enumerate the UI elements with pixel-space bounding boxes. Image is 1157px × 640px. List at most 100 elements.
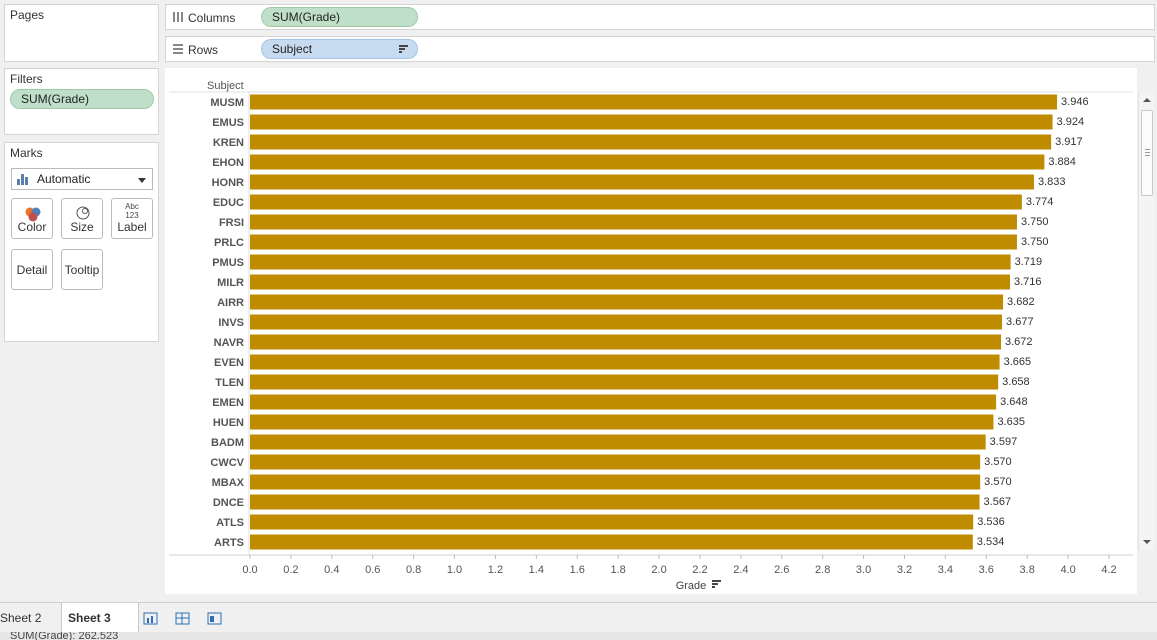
data-label: 3.750 <box>1021 236 1049 248</box>
category-label: PRLC <box>214 237 244 249</box>
size-button[interactable]: Size <box>61 198 103 239</box>
label-button[interactable]: Abc 123 Label <box>111 198 153 239</box>
category-label: ATLS <box>216 517 244 529</box>
scroll-down-icon[interactable] <box>1143 540 1151 544</box>
x-tick-label: 0.2 <box>283 564 298 576</box>
category-label: EMEN <box>212 397 244 409</box>
chevron-down-icon <box>138 178 146 183</box>
x-tick-label: 2.2 <box>692 564 707 576</box>
category-label: BADM <box>211 437 244 449</box>
bar <box>250 394 997 410</box>
tab-sheet-2[interactable]: Sheet 2 <box>0 603 47 633</box>
viz-canvas: Subject MUSM 3.946 EMUS 3.924 KREN 3.917 EHON 3.… <box>165 68 1137 594</box>
mark-type-dropdown[interactable]: Automatic <box>11 168 153 190</box>
x-tick-label: 4.2 <box>1101 564 1116 576</box>
category-label: NAVR <box>214 337 244 349</box>
category-label: EVEN <box>214 357 244 369</box>
x-tick-label: 4.0 <box>1060 564 1075 576</box>
category-label: INVS <box>218 317 244 329</box>
x-tick-label: 1.4 <box>529 564 544 576</box>
x-tick-label: 1.2 <box>488 564 503 576</box>
new-dashboard-icon[interactable] <box>175 611 191 625</box>
category-label: DNCE <box>213 497 244 509</box>
sort-descending-icon[interactable] <box>712 580 721 588</box>
vertical-scrollbar[interactable] <box>1138 92 1154 550</box>
bar <box>250 194 1022 210</box>
category-label: CWCV <box>210 457 244 469</box>
bar <box>250 374 999 390</box>
pages-title: Pages <box>10 8 45 22</box>
bar <box>250 334 1002 350</box>
bar-chart-icon <box>17 174 30 185</box>
bar <box>250 134 1052 150</box>
bar <box>250 414 994 430</box>
marks-title: Marks <box>10 146 43 160</box>
x-tick-label: 2.4 <box>733 564 748 576</box>
tab-sheet-3[interactable]: Sheet 3 <box>61 603 139 633</box>
label-icon-abc: Abc <box>125 202 139 211</box>
status-bar: SUM(Grade): 262.523 <box>0 632 1157 640</box>
x-tick-label: 0.4 <box>324 564 339 576</box>
detail-button[interactable]: Detail <box>11 249 53 290</box>
bar <box>250 354 1000 370</box>
data-label: 3.682 <box>1007 296 1035 308</box>
category-label: EMUS <box>212 117 244 129</box>
bar-chart: Subject MUSM 3.946 EMUS 3.924 KREN 3.917 EHON 3.… <box>169 80 1133 592</box>
rows-shelf[interactable]: Rows Subject <box>165 36 1155 62</box>
bar <box>250 514 974 530</box>
bar <box>250 234 1017 250</box>
bar <box>250 114 1053 130</box>
size-label: Size <box>70 220 94 234</box>
x-tick-label: 2.6 <box>774 564 789 576</box>
data-label: 3.597 <box>990 436 1018 448</box>
bar <box>250 214 1017 230</box>
color-button[interactable]: Color <box>11 198 53 239</box>
columns-shelf-icon <box>173 12 183 22</box>
x-tick-label: 3.2 <box>897 564 912 576</box>
category-label: TLEN <box>215 377 244 389</box>
x-tick-label: 2.0 <box>651 564 666 576</box>
new-worksheet-icon[interactable] <box>143 611 159 625</box>
row-header-subject: Subject <box>207 80 244 92</box>
data-label: 3.716 <box>1014 276 1042 288</box>
bar <box>250 274 1011 290</box>
label-icon-123: 123 <box>125 211 139 220</box>
mark-type-label: Automatic <box>37 172 91 186</box>
category-label: EHON <box>212 157 244 169</box>
filters-card: Filters SUM(Grade) <box>4 68 159 135</box>
data-label: 3.672 <box>1005 336 1033 348</box>
tooltip-button[interactable]: Tooltip <box>61 249 103 290</box>
label-label: Label <box>117 220 147 234</box>
sort-descending-icon[interactable] <box>399 45 408 53</box>
new-story-icon[interactable] <box>207 611 223 625</box>
pages-card: Pages <box>4 4 159 62</box>
data-label: 3.884 <box>1048 156 1076 168</box>
data-label: 3.677 <box>1006 316 1034 328</box>
columns-shelf[interactable]: Columns SUM(Grade) <box>165 4 1155 30</box>
category-label: ARTS <box>214 537 244 549</box>
category-label: AIRR <box>217 297 244 309</box>
columns-label: Columns <box>188 11 236 25</box>
x-tick-label: 1.8 <box>610 564 625 576</box>
color-label: Color <box>17 220 47 234</box>
bar <box>250 534 973 550</box>
x-tick-label: 3.6 <box>979 564 994 576</box>
data-label: 3.567 <box>984 496 1012 508</box>
rows-pill-subject[interactable]: Subject <box>261 39 418 59</box>
category-label: PMUS <box>212 257 244 269</box>
data-label: 3.946 <box>1061 96 1089 108</box>
scroll-up-icon[interactable] <box>1143 98 1151 102</box>
bar <box>250 154 1045 170</box>
scrollbar-thumb[interactable] <box>1141 110 1153 196</box>
data-label: 3.774 <box>1026 196 1054 208</box>
data-label: 3.658 <box>1002 376 1030 388</box>
bar <box>250 174 1034 190</box>
status-text: SUM(Grade): 262.523 <box>10 632 119 640</box>
category-label: MBAX <box>212 477 245 489</box>
filter-pill-sum-grade[interactable]: SUM(Grade) <box>10 89 154 109</box>
category-label: FRSI <box>219 217 244 229</box>
tooltip-label: Tooltip <box>64 263 100 277</box>
data-label: 3.570 <box>984 456 1012 468</box>
category-label: HUEN <box>213 417 244 429</box>
columns-pill-sum-grade[interactable]: SUM(Grade) <box>261 7 418 27</box>
